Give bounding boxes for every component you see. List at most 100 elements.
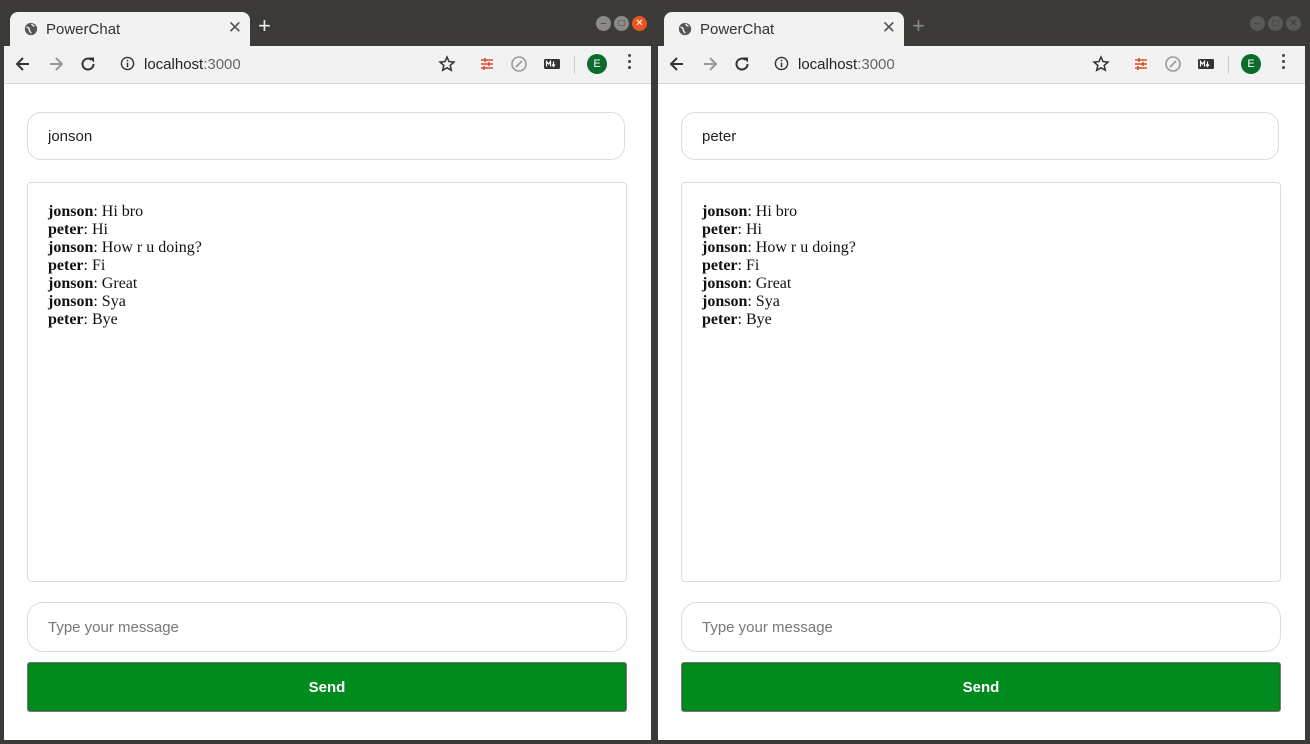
message-user: peter (702, 311, 738, 328)
extension-icon[interactable] (1197, 55, 1215, 73)
back-icon[interactable] (668, 55, 686, 73)
forward-icon[interactable] (47, 55, 65, 73)
browser-tab[interactable]: PowerChat ✕ (10, 12, 250, 46)
message-text: : Great (747, 275, 792, 292)
reload-icon[interactable] (733, 55, 751, 73)
title-bar: PowerChat ✕ + – □ ✕ (4, 4, 651, 46)
menu-icon[interactable] (626, 54, 632, 69)
message-input[interactable] (681, 602, 1281, 652)
close-window-button[interactable]: ✕ (1286, 16, 1301, 31)
info-icon[interactable] (120, 56, 135, 71)
new-tab-icon[interactable]: + (258, 13, 271, 39)
extension-icon[interactable] (543, 55, 561, 73)
message-text: : How r u doing? (747, 239, 856, 256)
username-input[interactable] (681, 112, 1279, 160)
browser-window-left: PowerChat ✕ + – □ ✕ localhost:3000 E jon… (4, 4, 651, 740)
menu-icon[interactable] (1280, 54, 1286, 69)
url-host: localhost (144, 56, 204, 73)
message-user: peter (48, 257, 84, 274)
message-text: : Fi (83, 257, 106, 274)
toolbar-divider (574, 56, 575, 74)
message-text: : Hi (737, 221, 762, 238)
message-user: jonson (48, 239, 94, 256)
message-text: : Bye (737, 311, 772, 328)
message-line: jonson: Great (702, 275, 1260, 293)
message-text: : Fi (737, 257, 760, 274)
extension-icon[interactable] (478, 55, 496, 73)
avatar[interactable]: E (587, 54, 607, 74)
info-icon[interactable] (774, 56, 789, 71)
url-host: localhost (798, 56, 858, 73)
forward-icon[interactable] (701, 55, 719, 73)
extension-icon[interactable] (1132, 55, 1150, 73)
message-line: peter: Bye (702, 311, 1260, 329)
message-input[interactable] (27, 602, 627, 652)
close-window-button[interactable]: ✕ (632, 16, 647, 31)
message-line: peter: Fi (48, 257, 606, 275)
reload-icon[interactable] (79, 55, 97, 73)
minimize-button[interactable]: – (596, 16, 611, 31)
message-line: peter: Hi (702, 221, 1260, 239)
message-line: jonson: Hi bro (702, 203, 1260, 221)
message-user: jonson (48, 275, 94, 292)
message-line: jonson: Sya (702, 293, 1260, 311)
url-text: localhost:3000 (144, 56, 241, 73)
message-text: : Great (93, 275, 138, 292)
tab-title: PowerChat (700, 21, 775, 38)
message-text: : Hi (83, 221, 108, 238)
extension-icon[interactable] (510, 55, 528, 73)
toolbar-divider (1228, 56, 1229, 74)
close-icon[interactable]: ✕ (228, 18, 242, 38)
send-button[interactable]: Send (681, 662, 1281, 712)
message-user: jonson (702, 293, 748, 310)
message-user: jonson (702, 239, 748, 256)
minimize-button[interactable]: – (1250, 16, 1265, 31)
address-bar[interactable]: localhost:3000 (112, 50, 452, 78)
chat-app: jonson: Hi bropeter: Hijonson: How r u d… (4, 84, 651, 740)
globe-icon (678, 22, 692, 36)
message-line: jonson: Sya (48, 293, 606, 311)
address-bar[interactable]: localhost:3000 (766, 50, 1106, 78)
message-user: jonson (48, 293, 94, 310)
message-line: jonson: How r u doing? (702, 239, 1260, 257)
message-text: : Bye (83, 311, 118, 328)
extension-icon[interactable] (1164, 55, 1182, 73)
url-text: localhost:3000 (798, 56, 895, 73)
chat-app: jonson: Hi bropeter: Hijonson: How r u d… (658, 84, 1305, 740)
window-controls: – □ ✕ (1250, 16, 1301, 31)
message-text: : Sya (747, 293, 780, 310)
url-port: :3000 (203, 56, 241, 73)
message-user: peter (48, 311, 84, 328)
message-line: peter: Fi (702, 257, 1260, 275)
back-icon[interactable] (14, 55, 32, 73)
star-icon[interactable] (1092, 55, 1110, 73)
title-bar: PowerChat ✕ + – □ ✕ (658, 4, 1305, 46)
username-input[interactable] (27, 112, 625, 160)
message-user: jonson (702, 203, 748, 220)
maximize-button[interactable]: □ (614, 16, 629, 31)
message-line: jonson: Great (48, 275, 606, 293)
browser-window-right: PowerChat ✕ + – □ ✕ localhost:3000 E pet… (658, 4, 1305, 740)
globe-icon (24, 22, 38, 36)
avatar[interactable]: E (1241, 54, 1261, 74)
maximize-button[interactable]: □ (1268, 16, 1283, 31)
message-line: jonson: How r u doing? (48, 239, 606, 257)
message-line: peter: Hi (48, 221, 606, 239)
new-tab-icon[interactable]: + (912, 13, 925, 39)
star-icon[interactable] (438, 55, 456, 73)
message-user: peter (702, 257, 738, 274)
message-text: : Hi bro (747, 203, 798, 220)
message-list: jonson: Hi bro peter: Hi jonson: How r u d… (681, 182, 1281, 582)
message-text: : Sya (93, 293, 126, 310)
close-icon[interactable]: ✕ (882, 18, 896, 38)
message-line: jonson: Hi bro (48, 203, 606, 221)
browser-toolbar: localhost:3000 E (4, 46, 651, 84)
browser-toolbar: localhost:3000 E (658, 46, 1305, 84)
message-user: peter (48, 221, 84, 238)
browser-tab[interactable]: PowerChat ✕ (664, 12, 904, 46)
message-text: : How r u doing? (93, 239, 202, 256)
message-text: : Hi bro (93, 203, 144, 220)
send-button[interactable]: Send (27, 662, 627, 712)
tab-title: PowerChat (46, 21, 121, 38)
message-list: jonson: Hi bro peter: Hi jonson: How r u d… (27, 182, 627, 582)
